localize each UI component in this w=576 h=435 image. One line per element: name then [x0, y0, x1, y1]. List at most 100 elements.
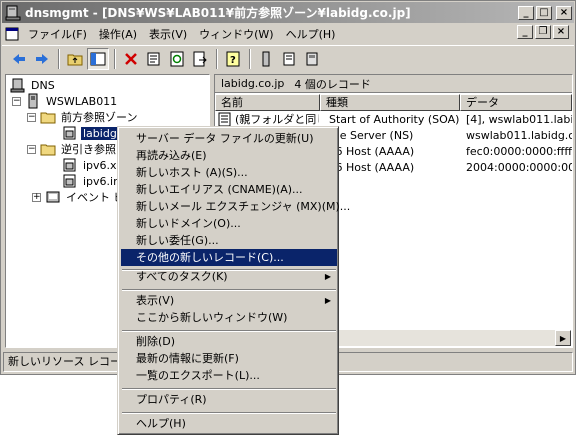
toolbar-separator	[216, 48, 218, 69]
record-type: v6 Host (AAAA)	[329, 145, 415, 158]
mdi-restore-button[interactable]: ❐	[535, 25, 551, 39]
menu-item-new-delegation[interactable]: 新しい委任(G)...	[121, 232, 337, 249]
toolbar-separator	[249, 48, 251, 69]
menu-item-new-mail-exchanger[interactable]: 新しいメール エクスチェンジャ (MX)(M)...	[121, 198, 350, 215]
folder-icon	[40, 144, 56, 156]
menu-item-export-list[interactable]: 一覧のエクスポート(L)...	[121, 367, 337, 384]
new-record-button[interactable]	[278, 48, 300, 70]
delete-button[interactable]	[120, 48, 142, 70]
forward-button[interactable]	[31, 48, 53, 70]
export-list-button[interactable]	[189, 48, 211, 70]
window-title: dnsmgmt - [DNS¥WS¥LAB011¥前方参照ゾーン¥labidg.…	[25, 6, 411, 20]
column-header-data[interactable]: データ	[460, 94, 572, 111]
menu-item-new-alias[interactable]: 新しいエイリアス (CNAME)(A)...	[121, 181, 337, 198]
tree-item-server[interactable]: − WSWLAB011	[12, 93, 119, 109]
tree-label-ipv6-x: ipv6.x	[83, 158, 117, 172]
title-bar[interactable]: dnsmgmt - [DNS¥WS¥LAB011¥前方参照ゾーン¥labidg.…	[2, 2, 574, 23]
help-button[interactable]: ?	[222, 48, 244, 70]
record-data: [4], wswlab011.labidg	[466, 113, 572, 126]
svg-text:?: ?	[230, 55, 236, 66]
properties-icon	[147, 52, 160, 65]
expand-toggle[interactable]: +	[32, 192, 41, 202]
tree-label-dns: DNS	[31, 78, 55, 92]
column-header-name[interactable]: 名前	[215, 94, 320, 111]
collapse-toggle[interactable]: −	[27, 112, 36, 122]
server-icon	[28, 93, 38, 109]
tree-item-reverse-zones[interactable]: − 逆引き参照	[27, 141, 118, 157]
menu-help[interactable]: ヘルプ(H)	[280, 26, 342, 42]
menu-item-new-domain[interactable]: 新しいドメイン(O)...	[121, 215, 337, 232]
mdi-close-button[interactable]: ×	[553, 25, 569, 39]
tree-item-ipv6-x[interactable]: ipv6.x	[62, 157, 119, 173]
server-button[interactable]	[255, 48, 277, 70]
collapse-toggle[interactable]: −	[12, 96, 21, 106]
menu-item-new-host[interactable]: 新しいホスト (A)(S)...	[121, 164, 337, 181]
menu-item-properties[interactable]: プロパティ(R)	[121, 391, 337, 408]
up-folder-icon	[67, 54, 83, 65]
tree-label-forward-zones: 前方参照ゾーン	[61, 111, 138, 124]
record-data: 2004:0000:0000:0000:	[466, 161, 572, 174]
menu-item-reload[interactable]: 再読み込み(E)	[121, 147, 337, 164]
pane-zone-name: labidg.co.jp	[221, 77, 285, 90]
scroll-right-button[interactable]: ▶	[555, 330, 571, 346]
menu-item-other-new-records[interactable]: その他の新しいレコード(C)...	[121, 249, 337, 266]
menu-item-all-tasks-label: すべてのタスク(K)	[136, 270, 228, 283]
delete-x-icon	[125, 52, 137, 65]
tree-item-event-viewer[interactable]: + イベント ビ	[32, 189, 127, 205]
record-type: v6 Host (AAAA)	[329, 161, 415, 174]
collapse-toggle[interactable]: −	[27, 144, 36, 154]
menu-bar: ファイル(F) 操作(A) 表示(V) ウィンドウ(W) ヘルプ(H)	[2, 24, 574, 44]
close-button[interactable]: ×	[556, 5, 572, 20]
minimize-button[interactable]: _	[518, 5, 534, 20]
context-menu: サーバー データ ファイルの更新(U) 再読み込み(E) 新しいホスト (A)(…	[117, 126, 350, 435]
menu-item-all-tasks[interactable]: すべてのタスク(K) ▶	[121, 268, 337, 285]
record-count: 4 個のレコード	[294, 77, 371, 91]
mdi-controls: _ ❐ ×	[517, 25, 571, 39]
menu-item-delete[interactable]: 削除(D)	[121, 333, 337, 350]
record-type: me Server (NS)	[329, 129, 414, 142]
menu-window[interactable]: ウィンドウ(W)	[193, 26, 279, 42]
back-button[interactable]	[8, 48, 30, 70]
new-domain-button[interactable]	[301, 48, 323, 70]
zone-icon	[63, 174, 76, 188]
tree-item-forward-zones[interactable]: − 前方参照ゾーン	[27, 109, 139, 125]
server-icon	[262, 51, 270, 66]
column-header-type[interactable]: 種類	[320, 94, 460, 111]
forward-arrow-icon	[36, 53, 48, 64]
menu-action[interactable]: 操作(A)	[93, 26, 143, 42]
export-list-icon	[193, 51, 207, 66]
zone-icon	[63, 126, 76, 140]
properties-button[interactable]	[143, 48, 165, 70]
record-data: fec0:0000:0000:ffff:00	[466, 145, 572, 158]
folder-icon	[40, 112, 56, 124]
tree-item-zone-labidg[interactable]: labidg.	[62, 125, 123, 141]
show-tree-button[interactable]	[87, 47, 109, 70]
tree-label-reverse-zones: 逆引き参照	[61, 143, 116, 156]
menu-separator	[122, 330, 336, 332]
pane-header: labidg.co.jp 4 個のレコード	[215, 75, 572, 93]
menu-item-refresh[interactable]: 最新の情報に更新(F)	[121, 350, 337, 367]
record-icon	[283, 52, 295, 65]
tree-item-ipv6-in[interactable]: ipv6.in	[62, 173, 122, 189]
menu-view[interactable]: 表示(V)	[143, 26, 193, 42]
toolbar-separator	[58, 48, 60, 69]
maximize-button[interactable]: □	[536, 5, 552, 20]
tree-label-ipv6-in: ipv6.in	[83, 174, 121, 188]
back-arrow-icon	[13, 53, 25, 64]
mdi-minimize-button[interactable]: _	[517, 25, 533, 39]
tree-item-dns[interactable]: DNS	[10, 77, 57, 93]
toolbar-separator	[114, 48, 116, 69]
menu-item-new-window-from-here[interactable]: ここから新しいウィンドウ(W)	[121, 309, 337, 326]
refresh-button[interactable]	[166, 48, 188, 70]
menu-item-update-data-file[interactable]: サーバー データ ファイルの更新(U)	[121, 130, 337, 147]
menu-file[interactable]: ファイル(F)	[22, 26, 93, 42]
menu-item-view[interactable]: 表示(V) ▶	[121, 292, 337, 309]
menu-item-help[interactable]: ヘルプ(H)	[121, 415, 337, 432]
dns-icon	[10, 78, 25, 93]
menu-separator	[122, 412, 336, 414]
zone-icon	[63, 158, 76, 172]
domain-icon	[306, 52, 318, 65]
up-level-button[interactable]	[64, 48, 86, 70]
menu-item-view-label: 表示(V)	[136, 294, 175, 307]
event-viewer-icon	[46, 191, 60, 203]
